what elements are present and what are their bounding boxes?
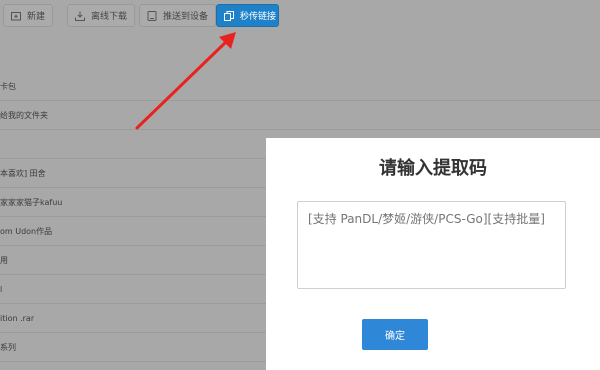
- new-folder-label: 新建: [27, 12, 46, 22]
- device-icon: [147, 10, 157, 21]
- list-item[interactable]: 家家家猫子kafuu: [0, 188, 268, 217]
- toolbar: 新建 离线下载 推送到设备 秒传链接: [0, 0, 600, 34]
- download-icon: [75, 11, 85, 21]
- list-item[interactable]: 本喜欢] 田舍: [0, 159, 268, 188]
- list-item[interactable]: 卡包: [0, 72, 600, 101]
- offline-download-button[interactable]: 离线下载: [67, 4, 136, 27]
- list-item[interactable]: [0, 130, 268, 159]
- extract-code-dialog: 请输入提取码 确定: [266, 138, 600, 370]
- new-folder-icon: [11, 11, 21, 21]
- list-item[interactable]: ition .rar: [0, 304, 268, 333]
- dialog-title: 请输入提取码: [379, 158, 487, 179]
- extract-code-input[interactable]: [297, 201, 566, 289]
- list-item[interactable]: l: [0, 275, 268, 304]
- flash-link-label: 秒传链接: [240, 12, 277, 22]
- push-to-device-label: 推送到设备: [163, 12, 209, 22]
- list-item[interactable]: 用: [0, 246, 268, 275]
- new-folder-button[interactable]: 新建: [3, 4, 54, 27]
- flash-link-button[interactable]: 秒传链接: [216, 4, 279, 27]
- copy-link-icon: [224, 10, 234, 21]
- list-item[interactable]: 给我的文件夹: [0, 101, 600, 130]
- confirm-button[interactable]: 确定: [362, 319, 428, 350]
- offline-download-label: 离线下载: [91, 12, 128, 22]
- list-item[interactable]: om Udon作品: [0, 217, 268, 246]
- push-to-device-button[interactable]: 推送到设备: [139, 4, 217, 27]
- list-item[interactable]: 系列: [0, 333, 268, 362]
